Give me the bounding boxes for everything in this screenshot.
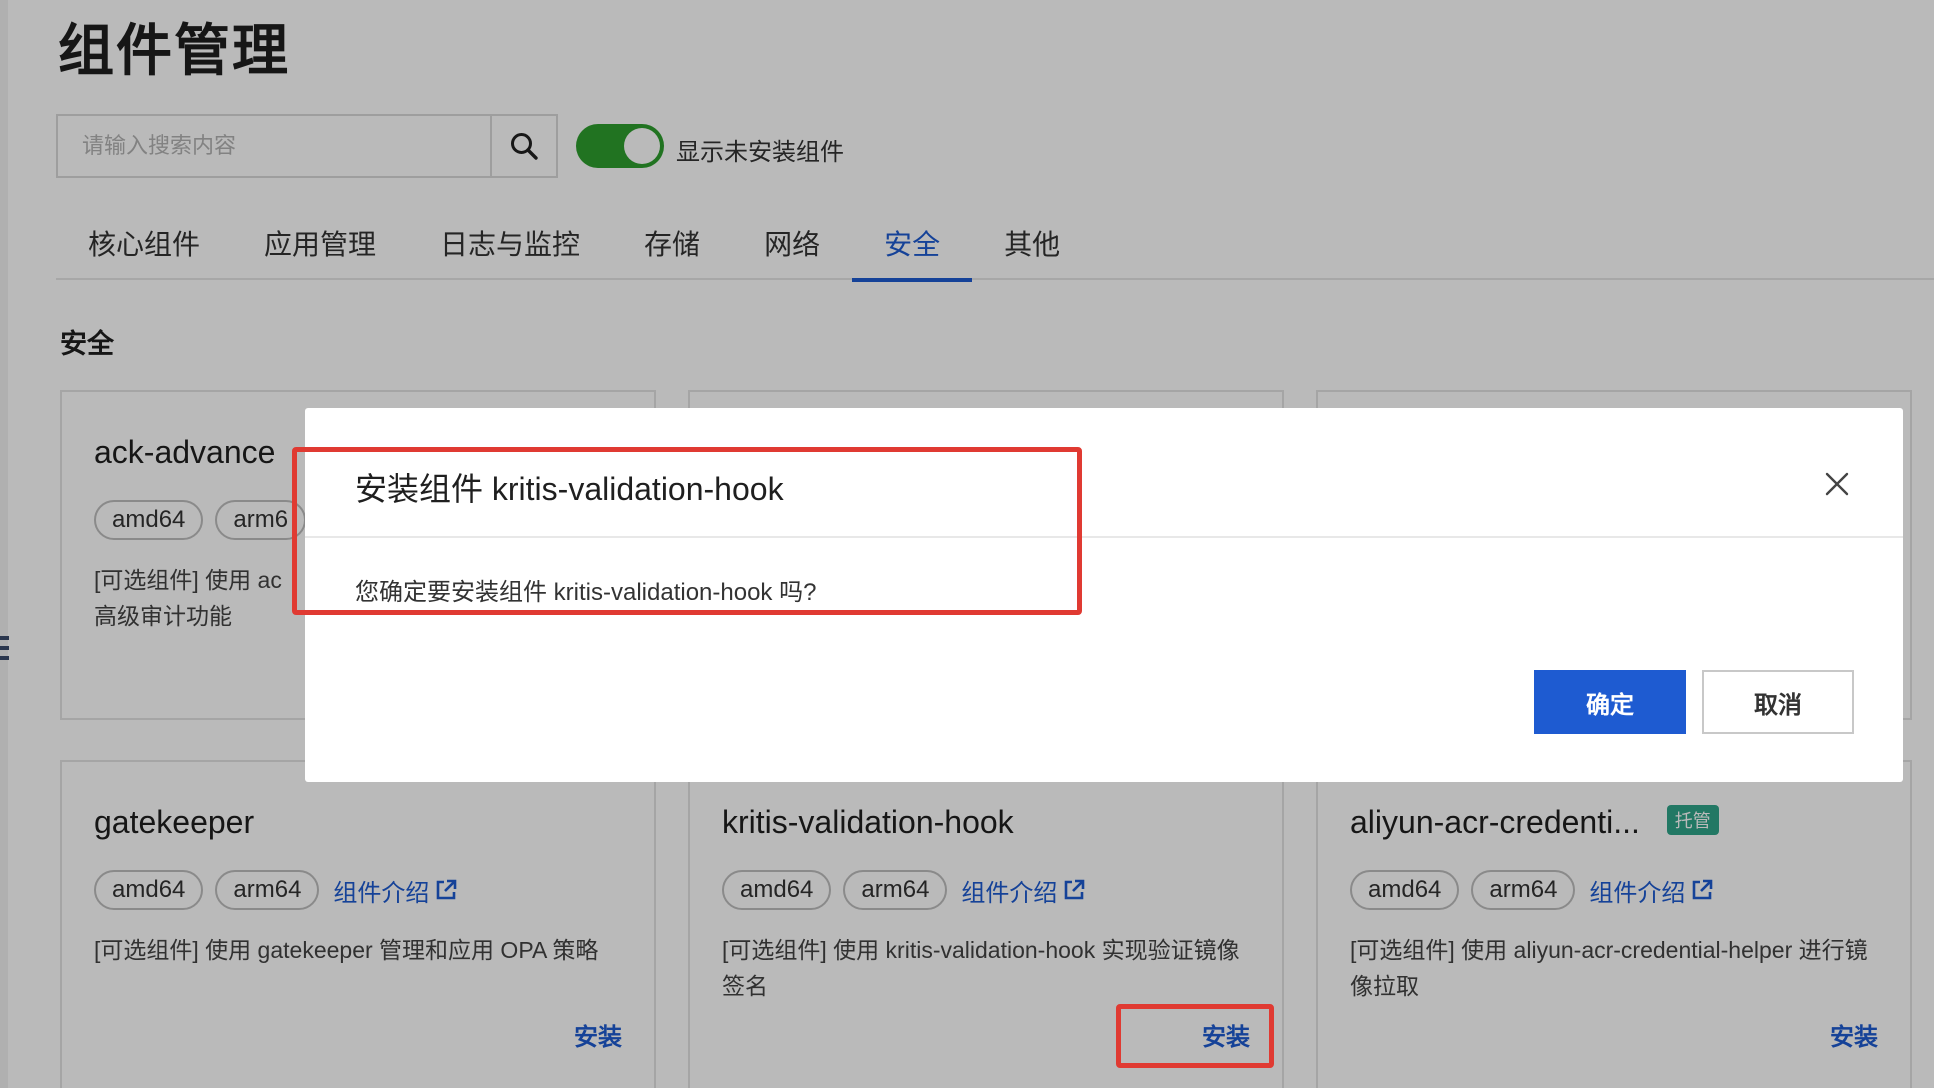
close-icon bbox=[1825, 472, 1849, 496]
cancel-button[interactable]: 取消 bbox=[1702, 670, 1854, 734]
dialog-close-button[interactable] bbox=[1823, 470, 1851, 498]
confirm-button[interactable]: 确定 bbox=[1534, 670, 1686, 734]
highlight-dialog-header bbox=[292, 447, 1082, 615]
highlight-install-button bbox=[1116, 1004, 1274, 1068]
